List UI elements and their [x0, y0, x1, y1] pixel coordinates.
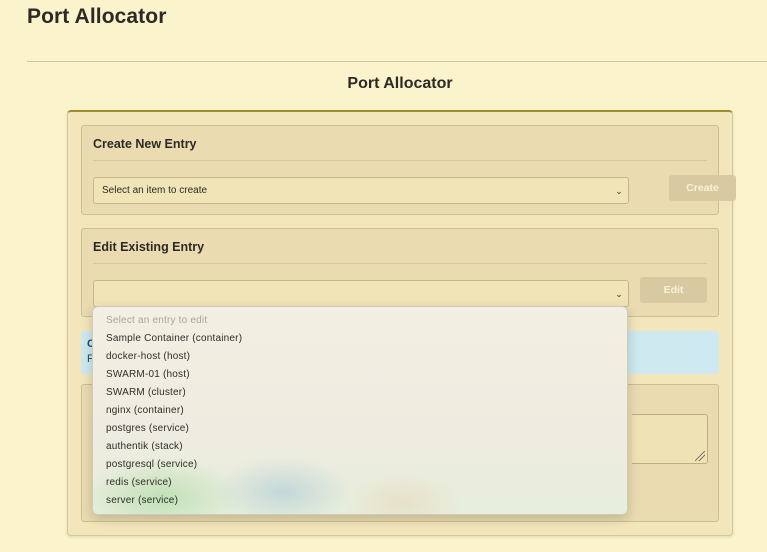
- dropdown-options: Select an entry to edit Sample Container …: [93, 312, 627, 510]
- dropdown-option[interactable]: server (service): [93, 492, 627, 510]
- create-select-value: Select an item to create: [102, 185, 208, 196]
- edit-entry-dropdown-menu[interactable]: Select an entry to edit Sample Container …: [92, 306, 628, 515]
- create-item-select[interactable]: Select an item to create ⌄: [93, 177, 629, 204]
- dropdown-option[interactable]: SWARM-01 (host): [93, 366, 627, 384]
- resize-handle-icon[interactable]: [695, 451, 705, 461]
- page-title: Port Allocator: [27, 5, 167, 28]
- dropdown-option[interactable]: authentik (stack): [93, 438, 627, 456]
- dropdown-option[interactable]: nginx (container): [93, 402, 627, 420]
- dropdown-option[interactable]: postgres (service): [93, 420, 627, 438]
- header-divider: [27, 61, 767, 62]
- edit-entry-select[interactable]: ⌄: [93, 280, 629, 307]
- create-entry-title: Create New Entry: [93, 137, 197, 151]
- chevron-down-icon: ⌄: [615, 289, 623, 299]
- dropdown-option[interactable]: postgresql (service): [93, 456, 627, 474]
- create-button[interactable]: Create: [669, 175, 736, 201]
- dropdown-option[interactable]: SWARM (cluster): [93, 384, 627, 402]
- section-heading: Port Allocator: [347, 75, 453, 92]
- dropdown-option[interactable]: Sample Container (container): [93, 330, 627, 348]
- edit-entry-title: Edit Existing Entry: [93, 240, 205, 254]
- dropdown-placeholder-option: Select an entry to edit: [106, 315, 208, 326]
- dropdown-option[interactable]: redis (service): [93, 474, 627, 492]
- divider: [93, 263, 707, 264]
- details-textarea[interactable]: [632, 414, 708, 464]
- divider: [93, 160, 707, 161]
- edit-entry-panel: Edit Existing Entry ⌄ Edit: [81, 228, 719, 317]
- create-entry-panel: Create New Entry Select an item to creat…: [81, 125, 736, 215]
- dropdown-option[interactable]: docker-host (host): [93, 348, 627, 366]
- edit-button[interactable]: Edit: [640, 277, 707, 303]
- chevron-down-icon: ⌄: [615, 186, 623, 196]
